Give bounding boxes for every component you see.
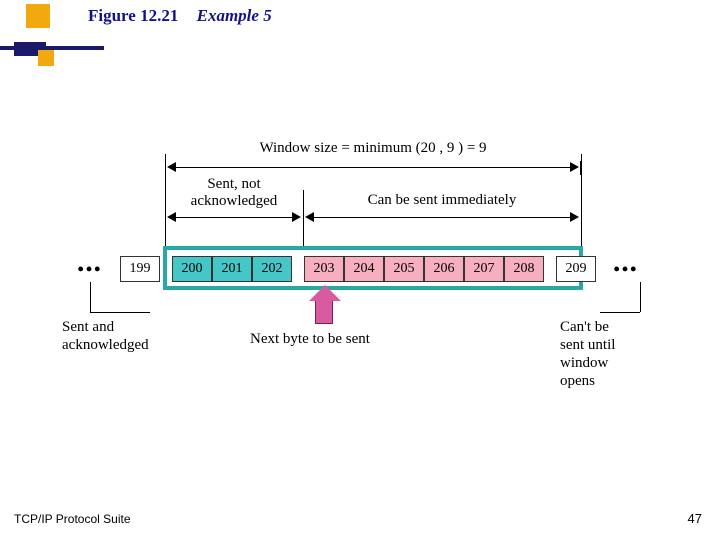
conn-cant-send (640, 282, 641, 312)
figure-title: Figure 12.21 Example 5 (88, 6, 272, 26)
conn-cant-send-h (600, 312, 640, 313)
cell-sent: 202 (252, 256, 292, 282)
label-cant-send: Can't be sent until window opens (560, 318, 615, 390)
cell-available: 207 (464, 256, 504, 282)
seg-sent-not-ack-label: Sent, not acknowledged (165, 176, 303, 209)
window-diagram: Window size = minimum (20 , 9 ) = 9 Sent… (60, 140, 660, 420)
dim-window-size: Window size = minimum (20 , 9 ) = 9 (165, 140, 581, 175)
cell-available: 203 (304, 256, 344, 282)
deco-square-orange (26, 4, 50, 28)
cell-boundary-left: 199 (120, 256, 160, 282)
figure-number: Figure 12.21 (88, 6, 178, 25)
dim-line-top (165, 161, 581, 175)
seg-sent-not-ack: Sent, not acknowledged (165, 176, 303, 225)
seg-can-send: Can be sent immediately (303, 176, 581, 225)
cell-available: 208 (504, 256, 544, 282)
cell-available: 205 (384, 256, 424, 282)
window-size-label: Window size = minimum (20 , 9 ) = 9 (165, 140, 581, 157)
cell-boundary-right: 209 (556, 256, 596, 282)
ellipsis-left: ••• (60, 256, 120, 282)
conn-sent-ack (90, 282, 91, 312)
cell-available: 206 (424, 256, 464, 282)
cell-available: 204 (344, 256, 384, 282)
footer-text: TCP/IP Protocol Suite (14, 512, 131, 526)
cell-sent: 201 (212, 256, 252, 282)
label-next-byte: Next byte to be sent (250, 330, 370, 348)
label-sent-ack: Sent and acknowledged (62, 318, 149, 354)
ellipsis-right: ••• (596, 256, 656, 282)
example-label: Example 5 (197, 6, 272, 25)
cell-sent: 200 (172, 256, 212, 282)
conn-right (581, 154, 582, 248)
page-number: 47 (688, 511, 702, 526)
next-byte-arrow-icon (315, 298, 333, 324)
deco-square-orange-small (38, 50, 54, 66)
byte-cells: ••• 199 200 201 202 203 204 205 206 207 … (60, 256, 656, 282)
conn-sent-ack-h (90, 312, 150, 313)
seg-can-send-label: Can be sent immediately (303, 176, 581, 209)
